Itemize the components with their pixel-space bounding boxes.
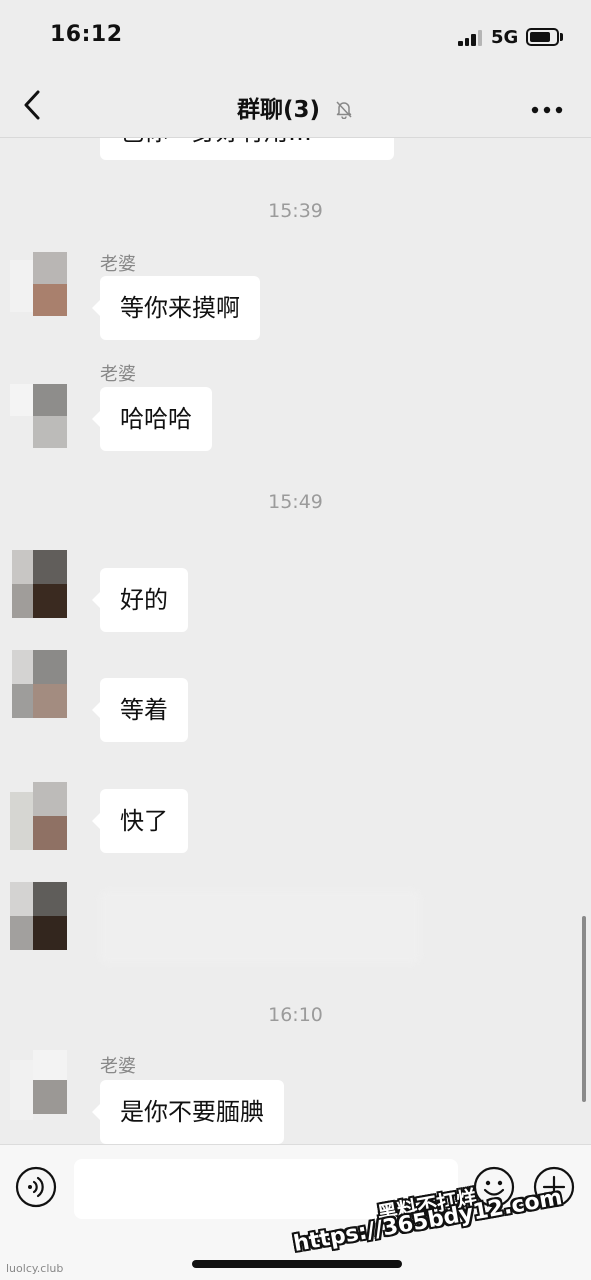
sender-name: 老婆 — [100, 364, 136, 385]
avatar[interactable] — [10, 364, 68, 448]
scrollbar[interactable] — [582, 916, 586, 1102]
voice-icon — [15, 1166, 57, 1208]
home-indicator[interactable] — [192, 1260, 402, 1268]
message-timestamp: 16:10 — [268, 1004, 323, 1026]
avatar[interactable] — [10, 1050, 68, 1120]
message-bubble[interactable]: 是你不要腼腆 — [92, 1080, 284, 1144]
more-dots-icon — [531, 106, 563, 114]
battery-cap — [560, 33, 563, 41]
avatar[interactable] — [10, 550, 68, 618]
watermark-site: luolcy.club — [6, 1262, 64, 1275]
chat-title-text: 群聊(3) — [236, 97, 320, 123]
cellular-signal-icon — [458, 30, 484, 46]
chat-message-list[interactable]: 色你一身好有用… 15:39 老婆 等你来摸啊 老婆 哈哈哈 15:49 好的 … — [0, 138, 591, 1144]
sender-name: 老婆 — [100, 1056, 136, 1077]
status-bar: 16:12 5G — [0, 0, 591, 72]
nav-bar: 群聊(3) — [0, 72, 591, 138]
blurred-message-bubble[interactable] — [100, 890, 420, 964]
avatar[interactable] — [10, 882, 68, 950]
avatar[interactable] — [10, 650, 68, 718]
voice-button[interactable] — [14, 1165, 58, 1209]
bell-off-icon — [336, 101, 352, 119]
status-time: 16:12 — [50, 22, 123, 47]
message-bubble[interactable]: 等你来摸啊 — [92, 276, 260, 340]
message-bubble[interactable]: 快了 — [92, 789, 188, 853]
message-bubble[interactable]: 哈哈哈 — [92, 387, 212, 451]
chat-title: 群聊(3) — [0, 90, 591, 124]
message-bubble-partial[interactable]: 色你一身好有用… — [100, 138, 394, 160]
message-bubble[interactable]: 好的 — [92, 568, 188, 632]
more-button[interactable] — [530, 100, 564, 114]
network-type: 5G — [491, 27, 519, 48]
message-bubble[interactable]: 等着 — [92, 678, 188, 742]
avatar[interactable] — [10, 782, 68, 850]
sender-name: 老婆 — [100, 254, 136, 275]
battery-icon — [526, 28, 559, 46]
avatar[interactable] — [10, 250, 68, 318]
message-timestamp: 15:49 — [268, 491, 323, 513]
message-timestamp: 15:39 — [268, 200, 323, 222]
